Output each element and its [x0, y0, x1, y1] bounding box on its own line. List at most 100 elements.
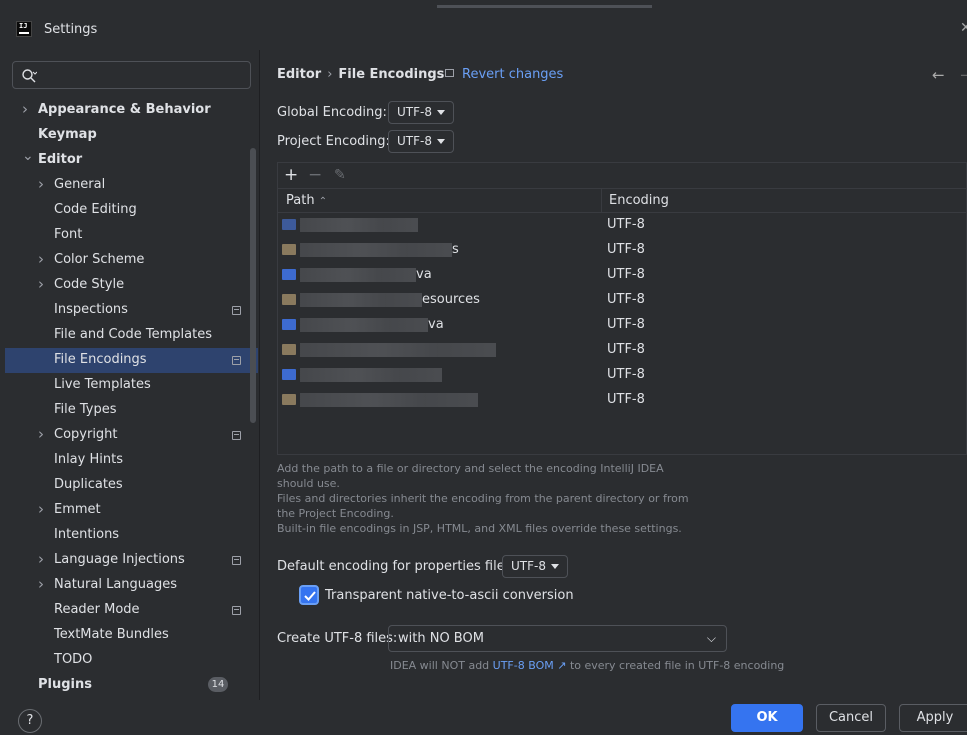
breadcrumb-editor[interactable]: Editor — [277, 67, 321, 82]
global-encoding-value: UTF-8 — [397, 105, 432, 119]
edit-icon[interactable]: ✎ — [334, 167, 346, 183]
sidebar-item-language-injections[interactable]: › Language Injections — [0, 548, 258, 573]
sidebar-item-label: Code Style — [54, 277, 125, 292]
properties-encoding-dropdown[interactable]: UTF-8 — [502, 555, 568, 578]
sidebar-item-code-style[interactable]: › Code Style — [0, 273, 258, 298]
sidebar-item-natural-languages[interactable]: › Natural Languages — [0, 573, 258, 598]
table-row[interactable]: s UTF-8 — [278, 238, 967, 263]
bom-hint-post: to every created file in UTF-8 encoding — [569, 659, 785, 672]
chevron-right-icon[interactable]: › — [38, 175, 48, 193]
chevron-down-icon — [437, 139, 445, 144]
path-cell-text: s — [452, 242, 459, 257]
chevron-right-icon[interactable]: › — [38, 425, 48, 443]
sidebar-item-font[interactable]: Font — [0, 223, 258, 248]
global-encoding-dropdown[interactable]: UTF-8 — [388, 101, 454, 124]
table-row[interactable]: va UTF-8 — [278, 263, 967, 288]
close-icon[interactable]: ✕ — [960, 20, 967, 36]
encoding-cell[interactable]: UTF-8 — [607, 367, 645, 382]
sidebar-item-intentions[interactable]: Intentions — [0, 523, 258, 548]
window-drag-handle[interactable] — [437, 5, 652, 8]
sidebar-item-plugins[interactable]: Plugins 14 — [0, 673, 258, 698]
cancel-button[interactable]: Cancel — [816, 704, 886, 732]
properties-encoding-label: Default encoding for properties files: — [277, 559, 516, 574]
add-icon[interactable]: + — [284, 165, 298, 185]
table-row[interactable]: UTF-8 — [278, 363, 967, 388]
project-scope-icon — [232, 556, 241, 565]
sidebar-item-code-editing[interactable]: Code Editing — [0, 198, 258, 223]
sidebar-item-general[interactable]: › General — [0, 173, 258, 198]
settings-search-box[interactable] — [12, 61, 251, 89]
table-row[interactable]: UTF-8 — [278, 213, 967, 238]
folder-icon — [282, 344, 296, 355]
checkmark-icon — [304, 591, 316, 601]
table-row[interactable]: esources UTF-8 — [278, 288, 967, 313]
encoding-cell[interactable]: UTF-8 — [607, 242, 645, 257]
sidebar-item-file-types[interactable]: File Types — [0, 398, 258, 423]
sidebar-scrollbar[interactable] — [250, 148, 256, 423]
sidebar-item-color-scheme[interactable]: › Color Scheme — [0, 248, 258, 273]
encoding-cell[interactable]: UTF-8 — [607, 217, 645, 232]
sidebar-item-keymap[interactable]: Keymap — [0, 123, 258, 148]
sidebar-item-textmate-bundles[interactable]: TextMate Bundles — [0, 623, 258, 648]
bom-hint: IDEA will NOT add UTF-8 BOM ↗ to every c… — [390, 659, 784, 672]
encoding-cell[interactable]: UTF-8 — [607, 292, 645, 307]
encoding-cell[interactable]: UTF-8 — [607, 317, 645, 332]
project-encoding-dropdown[interactable]: UTF-8 — [388, 130, 454, 153]
help-button[interactable]: ? — [18, 709, 42, 733]
encoding-cell[interactable]: UTF-8 — [607, 342, 645, 357]
native-to-ascii-label[interactable]: Transparent native-to-ascii conversion — [325, 588, 574, 603]
sidebar-item-label: Code Editing — [54, 202, 137, 217]
table-row[interactable]: UTF-8 — [278, 338, 967, 363]
sidebar-item-file-and-code-templates[interactable]: File and Code Templates — [0, 323, 258, 348]
column-header-path[interactable]: Path ⌃ — [286, 193, 327, 208]
column-divider[interactable] — [601, 189, 602, 213]
remove-icon[interactable]: − — [308, 165, 322, 185]
sidebar-item-label: Reader Mode — [54, 602, 140, 617]
back-arrow-icon[interactable]: ← — [932, 66, 945, 84]
table-row[interactable]: UTF-8 — [278, 388, 967, 413]
project-scope-icon — [232, 606, 241, 615]
chevron-right-icon[interactable]: › — [22, 100, 32, 118]
redacted-path — [300, 368, 442, 382]
help-line-3: Built-in file encodings in JSP, HTML, an… — [277, 522, 682, 535]
sidebar-item-label: Duplicates — [54, 477, 123, 492]
chevron-down-icon[interactable]: ⌄ — [22, 148, 34, 164]
chevron-right-icon[interactable]: › — [38, 550, 48, 568]
chevron-down-icon — [551, 564, 559, 569]
column-header-encoding[interactable]: Encoding — [609, 193, 669, 208]
chevron-right-icon[interactable]: › — [38, 575, 48, 593]
title-bar: IJ Settings ✕ — [0, 0, 967, 50]
sidebar-item-reader-mode[interactable]: Reader Mode — [0, 598, 258, 623]
sidebar-item-copyright[interactable]: › Copyright — [0, 423, 258, 448]
sidebar-item-emmet[interactable]: › Emmet — [0, 498, 258, 523]
native-to-ascii-checkbox[interactable] — [299, 585, 319, 605]
utf8-bom-link[interactable]: UTF-8 BOM ↗ — [493, 659, 567, 672]
search-input[interactable] — [43, 65, 243, 85]
encoding-cell[interactable]: UTF-8 — [607, 267, 645, 282]
sidebar-item-file-encodings[interactable]: File Encodings — [5, 348, 258, 373]
sidebar-item-label: File Encodings — [54, 352, 147, 367]
sidebar-item-inspections[interactable]: Inspections — [0, 298, 258, 323]
sidebar-item-live-templates[interactable]: Live Templates — [0, 373, 258, 398]
project-scope-icon — [232, 306, 241, 315]
sidebar-item-appearance-behavior[interactable]: › Appearance & Behavior — [0, 98, 258, 123]
sidebar-item-label: Inspections — [54, 302, 128, 317]
table-row[interactable]: va UTF-8 — [278, 313, 967, 338]
path-header-label: Path — [286, 193, 315, 208]
sidebar-item-inlay-hints[interactable]: Inlay Hints — [0, 448, 258, 473]
apply-button[interactable]: Apply — [899, 704, 967, 732]
encoding-cell[interactable]: UTF-8 — [607, 392, 645, 407]
sidebar-item-label: Plugins — [38, 677, 92, 692]
forward-arrow-icon[interactable]: → — [960, 66, 967, 84]
chevron-right-icon[interactable]: › — [38, 275, 48, 293]
revert-changes-link[interactable]: Revert changes — [445, 67, 563, 82]
chevron-right-icon[interactable]: › — [38, 500, 48, 518]
chevron-right-icon[interactable]: › — [38, 250, 48, 268]
path-cell-text: va — [416, 267, 432, 282]
folder-icon — [282, 269, 296, 280]
sidebar-item-duplicates[interactable]: Duplicates — [0, 473, 258, 498]
sidebar-item-editor[interactable]: ⌄ Editor — [0, 148, 258, 173]
bom-dropdown[interactable]: with NO BOM ⌵ — [388, 625, 727, 652]
ok-button[interactable]: OK — [731, 704, 803, 732]
sidebar-item-todo[interactable]: TODO — [0, 648, 258, 673]
